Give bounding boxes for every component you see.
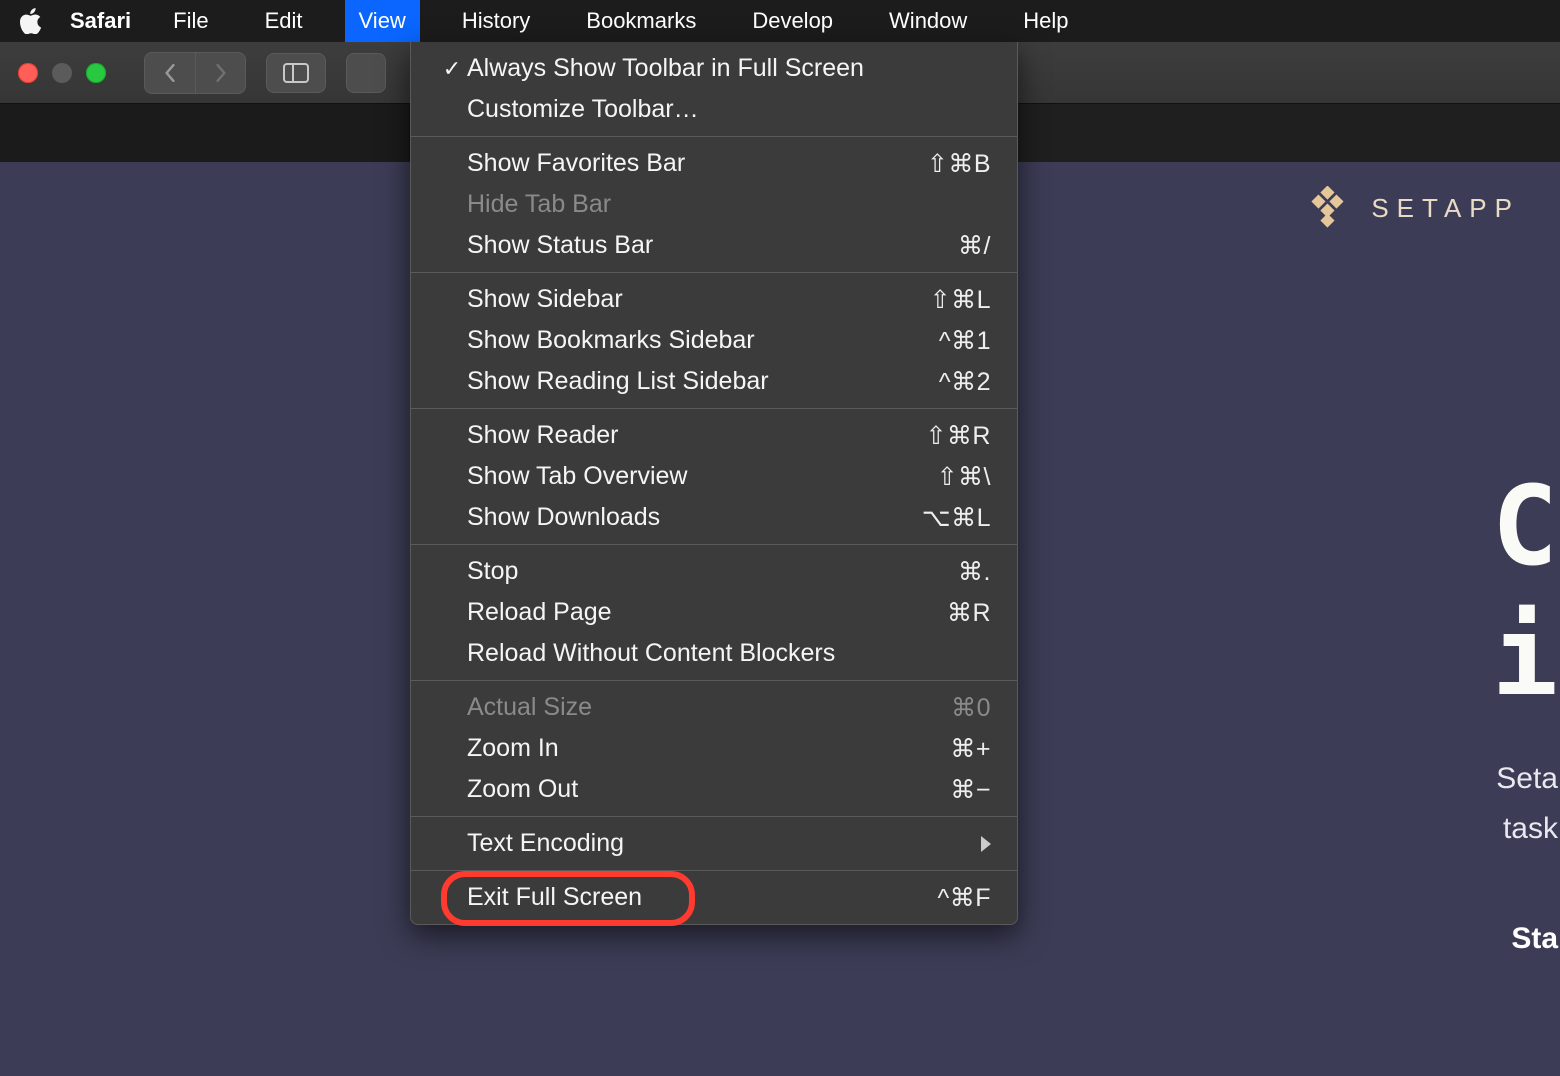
menu-item: Actual Size⌘0 (411, 687, 1017, 728)
menubar-item-develop[interactable]: Develop (738, 4, 847, 38)
menubar: Safari File Edit View History Bookmarks … (0, 0, 1560, 42)
menu-item-shortcut: ⌘+ (950, 734, 991, 764)
menu-item-shortcut: ^⌘2 (939, 367, 991, 397)
menu-item[interactable]: Exit Full Screen^⌘F (411, 877, 1017, 918)
menu-item-label: Hide Tab Bar (467, 190, 991, 219)
page-cta-fragment: Sta (1511, 922, 1558, 956)
chevron-right-icon (212, 64, 230, 82)
menu-item-label: Zoom In (467, 734, 950, 763)
menu-item-label: Show Status Bar (467, 231, 958, 260)
menu-item-label: Show Favorites Bar (467, 149, 927, 178)
menu-separator (411, 136, 1017, 137)
menu-item-label: Show Downloads (467, 503, 922, 532)
menu-item-label: Show Tab Overview (467, 462, 937, 491)
menu-item[interactable]: Show Status Bar⌘/ (411, 225, 1017, 266)
menu-item-shortcut: ⌥⌘L (922, 503, 991, 533)
menubar-item-file[interactable]: File (159, 4, 222, 38)
menubar-app-name[interactable]: Safari (70, 8, 131, 34)
menu-item[interactable]: Stop⌘. (411, 551, 1017, 592)
menu-item-label: Show Sidebar (467, 285, 930, 314)
menu-item-label: Customize Toolbar… (467, 95, 991, 124)
menu-item[interactable]: Show Downloads⌥⌘L (411, 497, 1017, 538)
menu-item-label: Zoom Out (467, 775, 950, 804)
menu-separator (411, 408, 1017, 409)
menu-item-shortcut: ⌘0 (951, 693, 991, 723)
menu-item[interactable]: Show Sidebar⇧⌘L (411, 279, 1017, 320)
menu-item-shortcut: ^⌘1 (939, 326, 991, 356)
apple-menu-icon[interactable] (20, 10, 42, 32)
menu-item-shortcut: ⌘− (950, 775, 991, 805)
menubar-item-edit[interactable]: Edit (251, 4, 317, 38)
menu-item[interactable]: Show Tab Overview⇧⌘\ (411, 456, 1017, 497)
menu-item[interactable]: Show Reader⇧⌘R (411, 415, 1017, 456)
menu-item-shortcut: ⌘/ (958, 231, 991, 261)
menubar-item-bookmarks[interactable]: Bookmarks (572, 4, 710, 38)
menu-separator (411, 816, 1017, 817)
menu-item[interactable]: Show Favorites Bar⇧⌘B (411, 143, 1017, 184)
menu-item-label: Show Reader (467, 421, 925, 450)
submenu-arrow-icon (981, 836, 991, 852)
tab[interactable] (0, 104, 410, 162)
toolbar-sidebar-button[interactable] (266, 53, 326, 93)
menu-item[interactable]: Zoom Out⌘− (411, 769, 1017, 810)
menu-item-shortcut: ⇧⌘L (930, 285, 991, 315)
menu-item[interactable]: Show Reading List Sidebar^⌘2 (411, 361, 1017, 402)
menu-item-shortcut: ⌘R (947, 598, 991, 628)
view-menu-dropdown: ✓Always Show Toolbar in Full Screen Custo… (410, 42, 1018, 925)
setapp-logo-text: SETAPP (1371, 193, 1520, 224)
menu-separator (411, 680, 1017, 681)
menu-separator (411, 544, 1017, 545)
page-body-line1-fragment: Seta (1496, 762, 1558, 796)
menu-item-label: Always Show Toolbar in Full Screen (467, 54, 991, 83)
menu-item[interactable]: ✓Always Show Toolbar in Full Screen (411, 48, 1017, 89)
menu-separator (411, 272, 1017, 273)
menu-item: Hide Tab Bar (411, 184, 1017, 225)
menu-item-shortcut: ⇧⌘R (925, 421, 991, 451)
menu-item[interactable]: Reload Page⌘R (411, 592, 1017, 633)
menu-item-shortcut: ⌘. (958, 557, 991, 587)
menu-item-label: Show Bookmarks Sidebar (467, 326, 939, 355)
chevron-left-icon (161, 64, 179, 82)
page-heading-line1-fragment: C (1492, 462, 1558, 590)
menu-item-label: Reload Without Content Blockers (467, 639, 991, 668)
menu-item-shortcut: ^⌘F (937, 883, 991, 913)
menu-item-label: Text Encoding (467, 829, 981, 858)
window-traffic-lights (18, 63, 106, 83)
nav-back-forward-group (144, 52, 246, 94)
menu-item[interactable]: Show Bookmarks Sidebar^⌘1 (411, 320, 1017, 361)
window-fullscreen-button[interactable] (86, 63, 106, 83)
nav-back-button[interactable] (145, 53, 195, 93)
menubar-item-history[interactable]: History (448, 4, 544, 38)
menu-item[interactable]: Zoom In⌘+ (411, 728, 1017, 769)
window-close-button[interactable] (18, 63, 38, 83)
menu-item-shortcut: ⇧⌘B (927, 149, 991, 179)
window-minimize-button[interactable] (52, 63, 72, 83)
menu-item[interactable]: Customize Toolbar… (411, 89, 1017, 130)
page-heading-line2-fragment: i (1492, 592, 1558, 720)
menu-item-label: Reload Page (467, 598, 947, 627)
nav-forward-button[interactable] (195, 53, 245, 93)
menubar-item-view[interactable]: View (345, 0, 420, 42)
menu-item[interactable]: Text Encoding (411, 823, 1017, 864)
menubar-item-window[interactable]: Window (875, 4, 981, 38)
setapp-logo-icon (1309, 186, 1353, 230)
menu-separator (411, 870, 1017, 871)
menu-item-label: Stop (467, 557, 958, 586)
menu-item-shortcut: ⇧⌘\ (937, 462, 991, 492)
toolbar-url-field-fragment[interactable] (346, 53, 386, 93)
sidebar-icon (283, 63, 309, 83)
page-body-line2-fragment: task (1503, 812, 1558, 846)
menu-item-label: Exit Full Screen (467, 883, 937, 912)
menu-item[interactable]: Reload Without Content Blockers (411, 633, 1017, 674)
checkmark-icon: ✓ (437, 56, 467, 82)
setapp-logo[interactable]: SETAPP (1309, 186, 1520, 230)
menu-item-label: Actual Size (467, 693, 951, 722)
menu-item-label: Show Reading List Sidebar (467, 367, 939, 396)
menubar-item-help[interactable]: Help (1009, 4, 1082, 38)
